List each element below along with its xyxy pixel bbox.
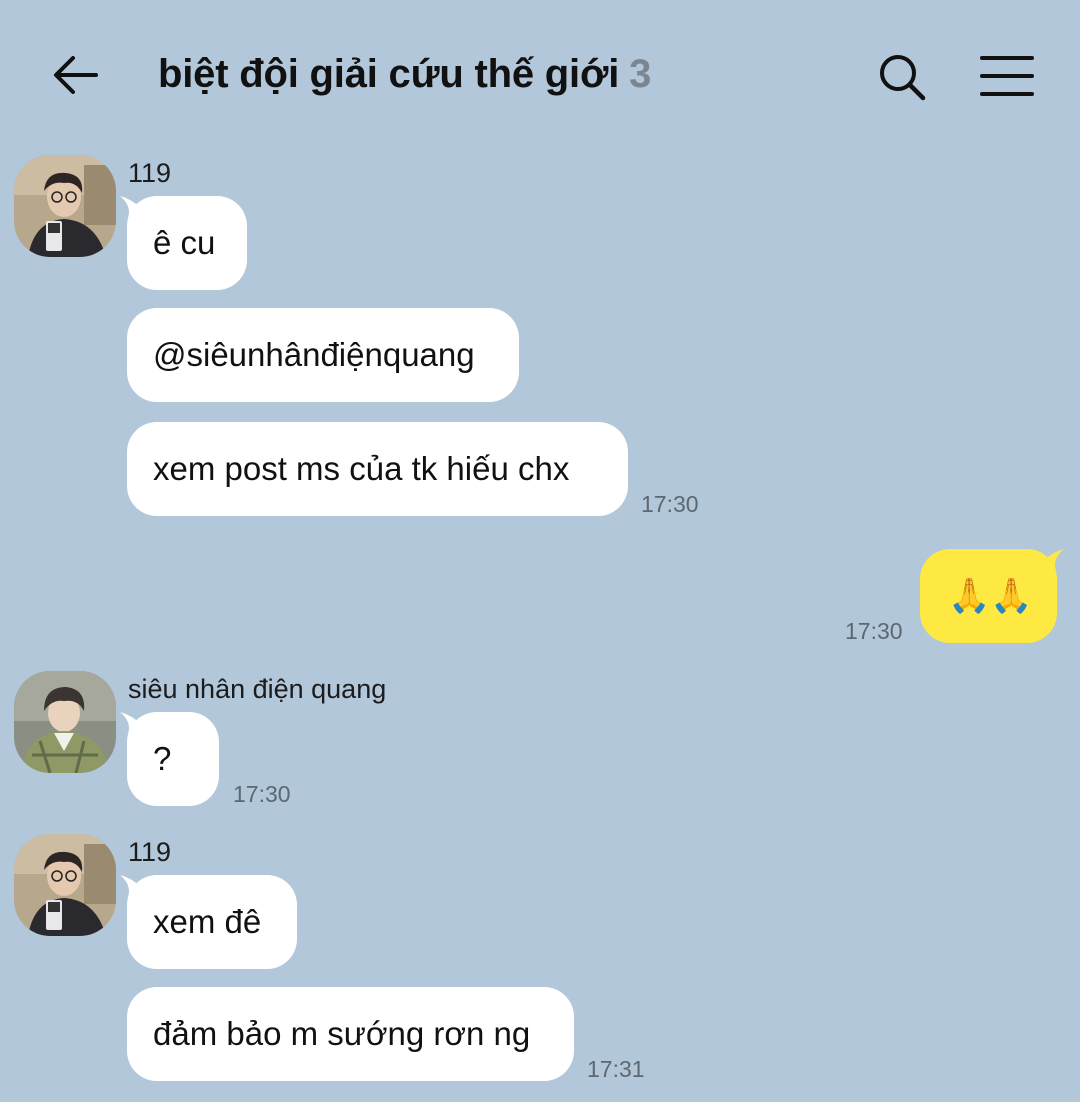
profile-photo-icon (14, 834, 116, 936)
menu-button[interactable] (976, 50, 1038, 102)
message-timestamp: 17:30 (233, 781, 291, 807)
chat-title-text: biệt đội giải cứu thế giới (158, 52, 620, 96)
back-button[interactable] (46, 48, 106, 104)
message-timestamp: 17:30 (641, 491, 699, 517)
avatar-sieu-nhan-dien-quang[interactable] (14, 671, 116, 773)
chat-title: biệt đội giải cứu thế giới 3 (158, 52, 651, 97)
message-timestamp: 17:30 (845, 618, 903, 644)
message-bubble[interactable]: @siêunhânđiệnquang (127, 308, 519, 402)
bubble-tail (1042, 549, 1064, 571)
message-bubble[interactable]: đảm bảo m sướng rơn ng (127, 987, 574, 1081)
arrow-left-icon (54, 56, 98, 94)
profile-photo-icon (14, 671, 116, 773)
message-bubble[interactable]: xem đê (127, 875, 297, 969)
chat-header: biệt đội giải cứu thế giới 3 (0, 0, 1080, 150)
profile-photo-icon (14, 155, 116, 257)
message-bubble[interactable]: xem post ms của tk hiếu chx (127, 422, 628, 516)
member-count: 3 (629, 52, 652, 96)
sender-name: 119 (128, 837, 172, 867)
search-icon (880, 55, 926, 101)
message-timestamp: 17:31 (587, 1056, 645, 1082)
message-bubble[interactable]: ê cu (127, 196, 247, 290)
sender-name: siêu nhân điện quang (128, 674, 387, 704)
message-bubble[interactable]: ? (127, 712, 219, 806)
avatar-119[interactable] (14, 155, 116, 257)
search-button[interactable] (872, 48, 932, 108)
hamburger-menu-icon (980, 56, 1034, 96)
sender-name: 119 (128, 158, 172, 188)
my-message-bubble[interactable]: 🙏🙏 (920, 549, 1057, 643)
avatar-119[interactable] (14, 834, 116, 936)
